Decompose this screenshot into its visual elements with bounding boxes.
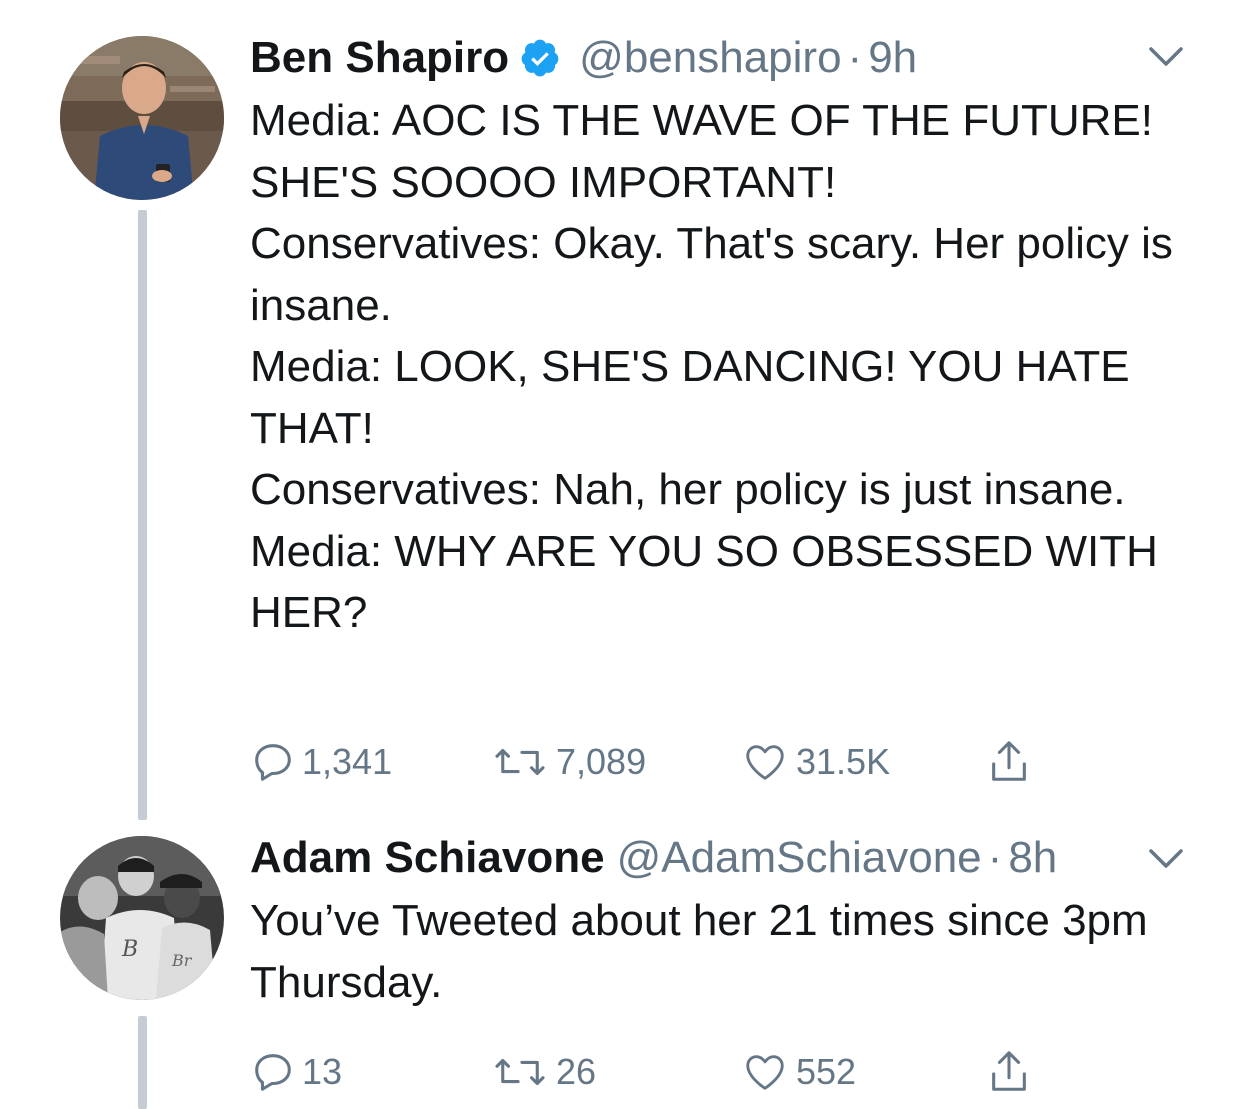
retweet-button[interactable]: 26: [490, 1047, 596, 1097]
avatar[interactable]: [60, 36, 224, 200]
retweet-icon: [495, 1058, 545, 1086]
thread-line: [138, 1016, 147, 1109]
share-icon: [992, 741, 1026, 781]
retweet-icon: [495, 748, 545, 776]
reply-button[interactable]: 13: [250, 1047, 342, 1097]
chevron-down-icon[interactable]: [1148, 848, 1184, 870]
tweet-adam-schiavone[interactable]: B Br Adam Schiavone @AdamSchiavone · 8h …: [0, 830, 1242, 1109]
heart-icon: [746, 1055, 784, 1090]
reply-icon: [255, 1054, 291, 1091]
tweet-text: Media: AOC IS THE WAVE OF THE FUTURE! SH…: [250, 96, 1173, 637]
svg-text:Br: Br: [171, 951, 193, 970]
like-count: 552: [796, 1051, 857, 1092]
chevron-down-icon[interactable]: [1148, 46, 1184, 68]
share-button[interactable]: [986, 737, 1038, 787]
thread-line: [138, 210, 147, 820]
author-name[interactable]: Adam Schiavone: [250, 832, 605, 884]
svg-text:B: B: [121, 937, 138, 962]
tweet-timestamp[interactable]: 9h: [868, 32, 917, 84]
heart-icon: [746, 745, 784, 780]
tweet-header: Ben Shapiro @benshapiro · 9h: [250, 32, 917, 84]
like-button[interactable]: 552: [740, 1047, 856, 1097]
tweet-header: Adam Schiavone @AdamSchiavone · 8h: [250, 832, 1057, 884]
tweet-timestamp[interactable]: 8h: [1008, 832, 1057, 884]
retweet-count: 26: [556, 1051, 597, 1092]
tweet-text: You’ve Tweeted about her 21 times since …: [250, 896, 1160, 1007]
like-button[interactable]: 31.5K: [740, 737, 890, 787]
share-button[interactable]: [986, 1047, 1038, 1097]
tweet-actions: 13 26 552: [250, 1047, 1050, 1097]
tweet-ben-shapiro[interactable]: Ben Shapiro @benshapiro · 9h Media: AOC …: [0, 0, 1242, 830]
separator-dot: ·: [847, 33, 863, 82]
avatar[interactable]: B Br: [60, 836, 224, 1000]
retweet-button[interactable]: 7,089: [490, 737, 646, 787]
like-count: 31.5K: [796, 741, 891, 782]
reply-icon: [255, 744, 291, 781]
separator-dot: ·: [987, 833, 1003, 882]
reply-count: 1,341: [302, 741, 393, 782]
retweet-count: 7,089: [556, 741, 647, 782]
tweet-actions: 1,341 7,089 31.5K: [250, 737, 1050, 787]
verified-badge-icon: [519, 37, 561, 79]
author-name[interactable]: Ben Shapiro: [250, 32, 509, 84]
author-handle[interactable]: @AdamSchiavone: [617, 832, 982, 884]
reply-button[interactable]: 1,341: [250, 737, 392, 787]
reply-count: 13: [302, 1051, 343, 1092]
author-handle[interactable]: @benshapiro: [579, 32, 841, 84]
share-icon: [992, 1051, 1026, 1091]
